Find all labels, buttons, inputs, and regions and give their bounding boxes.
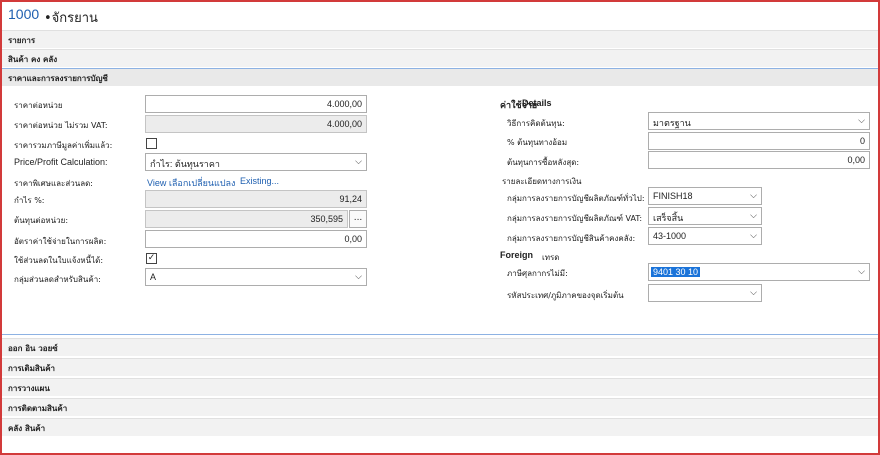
item-description: •จักรยาน [44, 11, 98, 26]
last-direct-cost-value: 0,00 [847, 155, 865, 165]
costing-method-select[interactable]: มาตรฐาน ⌵ [648, 112, 870, 130]
inventory-posting-value: 43-1000 [653, 231, 687, 241]
foreign-trade-heading: Foreign [500, 250, 533, 260]
item-disc-group-label: กลุ่มส่วนลดสำหรับสินค้า: [14, 275, 101, 284]
inventory-posting-label: กลุ่มการลงรายการบัญชีสินค้าคงคลัง: [507, 234, 636, 243]
price-incl-vat-checkbox[interactable] [146, 138, 157, 149]
price-posting-panel: ราคาต่อหน่วย 4.000,00 ราคาต่อหน่วย ไม่รว… [2, 87, 878, 335]
fasttab-foreign-trade-label: ออก อิน วอยซ์ [8, 344, 58, 353]
tariff-no-input[interactable]: 9401 30 10 ⌵ [648, 263, 870, 281]
profit-field: 91,24 [145, 190, 367, 208]
cost-details-heading-2: Details [522, 98, 552, 108]
item-number: 1000 [8, 6, 40, 22]
title-bar: 1000 •จักรยาน [2, 2, 878, 28]
last-direct-cost-input[interactable]: 0,00 [648, 151, 870, 169]
chevron-down-icon: ⌵ [355, 271, 362, 281]
existing-link[interactable]: Existing... [240, 176, 279, 186]
indirect-cost-value: 0 [859, 136, 865, 146]
fasttab-item-tracking[interactable]: การติดตามสินค้า [2, 398, 878, 416]
price-profit-label: Price/Profit Calculation: [14, 157, 108, 167]
last-direct-cost-label: ต้นทุนการซื้อหลังสุด: [507, 158, 580, 167]
unit-price-input[interactable]: 4.000,00 [145, 95, 367, 113]
unit-cost-value: 350,595 [310, 214, 343, 224]
costing-method-label: วิธีการคิดต้นทุน: [507, 119, 565, 128]
profit-value: 91,24 [339, 194, 362, 204]
vat-prod-posting-value: เสร็จสิ้น [653, 213, 684, 223]
price-profit-select[interactable]: กำไร: ต้นทุนราคา ⌵ [145, 153, 367, 171]
indirect-cost-input[interactable]: 0 [648, 132, 870, 150]
country-origin-select[interactable]: ⌵ [648, 284, 762, 302]
country-origin-label: รหัสประเทศ/ภูมิภาคของจุดเริ่มต้น [507, 291, 624, 300]
gen-prod-posting-select[interactable]: FINISH18 ⌵ [648, 187, 762, 205]
chevron-down-icon: ⌵ [750, 210, 757, 220]
costing-method-value: มาตรฐาน [653, 118, 691, 128]
unit-cost-field: 350,595 [145, 210, 348, 228]
profit-label: กำไร %: [14, 196, 45, 205]
tariff-no-value: 9401 30 10 [651, 267, 701, 277]
vat-prod-posting-select[interactable]: เสร็จสิ้น ⌵ [648, 207, 762, 225]
indirect-cost-label: % ต้นทุนทางอ้อม [507, 138, 568, 147]
overhead-rate-label: อัตราค่าใช้จ่ายในการผลิต: [14, 237, 107, 246]
unit-price-excl-vat-value: 4.000,00 [326, 119, 362, 129]
fasttab-planning-label: การวางแผน [8, 384, 50, 393]
fasttab-warehouse[interactable]: คลัง สินค้า [2, 418, 878, 436]
fasttab-item-label: รายการ [8, 36, 36, 45]
foreign-trade-heading-2: เทรด [542, 253, 560, 262]
chevron-down-icon: ⌵ [858, 115, 865, 125]
tariff-no-label: ภาษีศุลกากรไม่มี: [507, 269, 568, 278]
fasttab-price-posting-label: ราคาและการลงรายการบัญชี [8, 74, 108, 83]
item-disc-group-value: A [150, 272, 157, 282]
unit-price-label: ราคาต่อหน่วย [14, 101, 63, 110]
unit-cost-label: ต้นทุนต่อหน่วย: [14, 216, 69, 225]
chevron-down-icon: ⌵ [750, 287, 757, 297]
price-incl-vat-label: ราคารวมภาษีมูลค่าเพิ่มแล้ว: [14, 141, 113, 150]
special-prices-link[interactable]: View เลือกเปลี่ยนแปลง [147, 176, 235, 190]
fasttab-foreign-trade[interactable]: ออก อิน วอยซ์ [2, 338, 878, 356]
price-profit-value: กำไร: ต้นทุนราคา [150, 159, 220, 169]
unit-price-value: 4.000,00 [326, 99, 362, 109]
chevron-down-icon: ⌵ [355, 156, 362, 166]
chevron-down-icon: ⌵ [750, 230, 757, 240]
unit-cost-lookup-button[interactable]: ... [349, 210, 367, 228]
inventory-posting-select[interactable]: 43-1000 ⌵ [648, 227, 762, 245]
special-prices-label: ราคาพิเศษและส่วนลด: [14, 179, 93, 188]
item-disc-group-select[interactable]: A ⌵ [145, 268, 367, 286]
fasttab-price-posting[interactable]: ราคาและการลงรายการบัญชี [2, 68, 878, 86]
gen-prod-posting-label: กลุ่มการลงรายการบัญชีผลิตภัณฑ์ทั่วไป: [507, 194, 645, 203]
fasttab-replenishment[interactable]: การเติมสินค้า [2, 358, 878, 376]
fasttab-inventory-label: สินค้า คง คลัง [8, 55, 58, 64]
vat-prod-posting-label: กลุ่มการลงรายการบัญชีผลิตภัณฑ์ VAT: [507, 214, 643, 223]
allow-invoice-disc-label: ใช้ส่วนลดในใบแจ้งหนี้ได้: [14, 256, 104, 265]
fasttab-planning[interactable]: การวางแผน [2, 378, 878, 396]
overhead-rate-value: 0,00 [344, 234, 362, 244]
gen-prod-posting-value: FINISH18 [653, 191, 693, 201]
fasttab-inventory[interactable]: สินค้า คง คลัง [2, 49, 878, 67]
overhead-rate-input[interactable]: 0,00 [145, 230, 367, 248]
unit-price-excl-vat-field: 4.000,00 [145, 115, 367, 133]
allow-invoice-disc-checkbox[interactable]: ✓ [146, 253, 157, 264]
unit-price-excl-vat-label: ราคาต่อหน่วย ไม่รวม VAT: [14, 121, 108, 130]
chevron-down-icon: ⌵ [858, 266, 865, 276]
chevron-down-icon: ⌵ [750, 190, 757, 200]
fasttab-replenishment-label: การเติมสินค้า [8, 364, 56, 373]
fasttab-item[interactable]: รายการ [2, 30, 878, 48]
financial-details-heading: รายละเอียดทางการเงิน [502, 177, 582, 186]
fasttab-warehouse-label: คลัง สินค้า [8, 424, 46, 433]
fasttab-item-tracking-label: การติดตามสินค้า [8, 404, 68, 413]
